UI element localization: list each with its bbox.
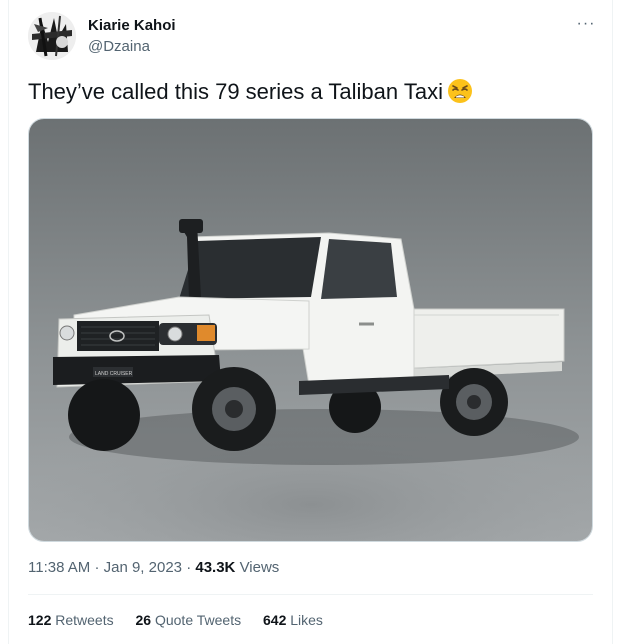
likes-count: 642 (263, 612, 287, 628)
avatar-image-icon (28, 12, 76, 60)
likes-link[interactable]: 642 Likes (263, 612, 323, 628)
divider (28, 594, 593, 595)
front-wheel-icon (192, 367, 276, 451)
author-handle[interactable]: @Dzaina (88, 38, 150, 55)
retweets-label: Retweets (55, 612, 114, 628)
views-count: 43.3K (195, 559, 236, 576)
tweet-body: They’ve called this 79 series a Taliban … (28, 79, 443, 104)
badge-text: LAND CRUISER (95, 371, 133, 377)
tweet-date[interactable]: Jan 9, 2023 (104, 559, 182, 576)
rear-wheel-icon (440, 368, 508, 436)
quotes-label: Quote Tweets (154, 612, 242, 628)
author-name[interactable]: Kiarie Kahoi (88, 17, 176, 34)
tweet-photo[interactable]: LAND CRUISER (28, 118, 593, 542)
likes-label: Likes (290, 612, 323, 628)
meta-separator: · (94, 559, 100, 576)
tweet-time[interactable]: 11:38 AM (28, 559, 90, 576)
avatar[interactable] (28, 12, 76, 60)
quotes-count: 26 (135, 612, 152, 628)
weary-face-emoji-icon (447, 78, 473, 110)
retweets-count: 122 (28, 612, 52, 628)
retweets-link[interactable]: 122 Retweets (28, 612, 114, 628)
more-options-icon[interactable]: ··· (571, 14, 601, 38)
quote-tweets-link[interactable]: 26 Quote Tweets (136, 612, 242, 628)
tweet-text: They’ve called this 79 series a Taliban … (28, 78, 473, 110)
right-border (612, 0, 613, 644)
left-border (8, 0, 9, 644)
white-pickup-truck-photo-icon: LAND CRUISER (29, 119, 592, 541)
tweet-meta: 11:38 AM · Jan 9, 2023 · 43.3K Views (28, 559, 279, 576)
engagement-stats: 122 Retweets 26 Quote Tweets 642 Likes (28, 612, 341, 628)
meta-separator: · (186, 559, 192, 576)
views-label: Views (239, 559, 280, 576)
tweet-header: Kiarie Kahoi @Dzaina ··· (28, 12, 601, 66)
